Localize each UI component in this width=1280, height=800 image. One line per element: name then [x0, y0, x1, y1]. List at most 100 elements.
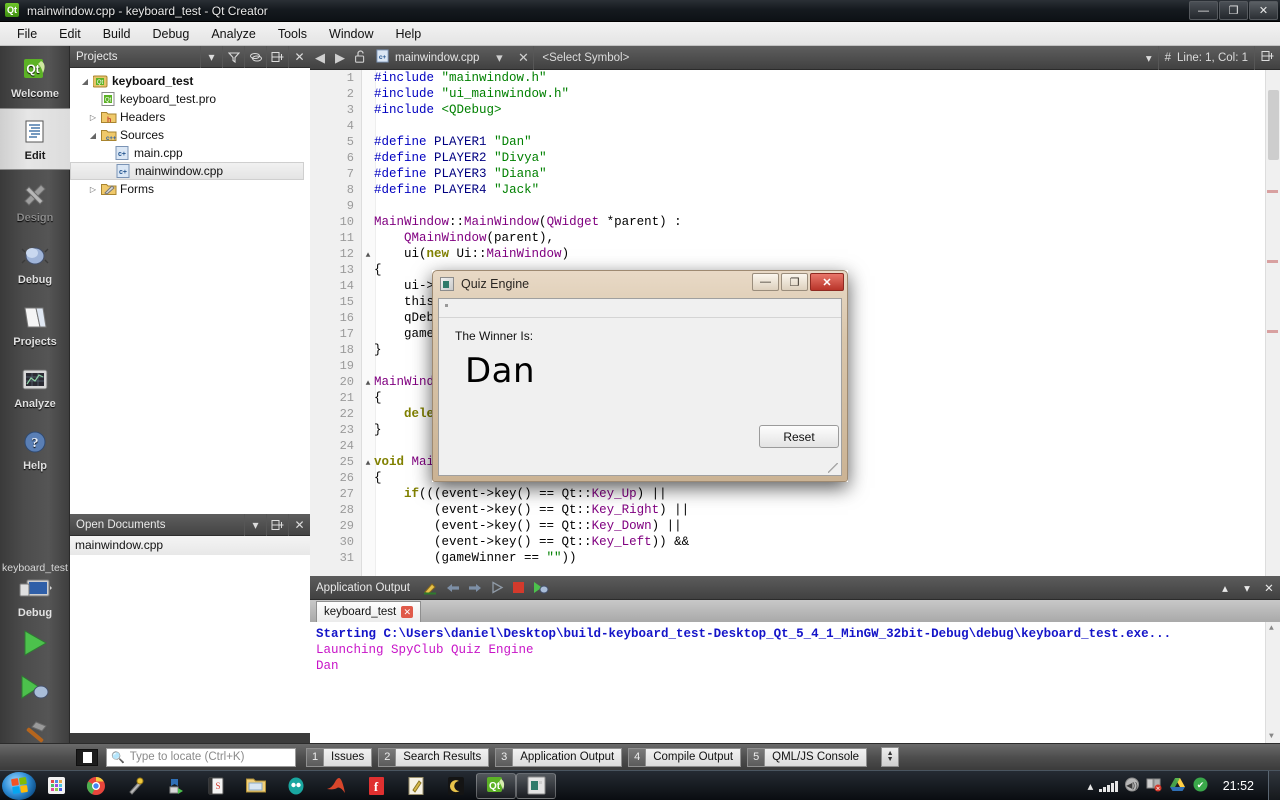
- attach-debugger-icon[interactable]: [530, 576, 552, 600]
- qt-creator-icon[interactable]: Qt: [476, 772, 516, 799]
- quiz-engine-dialog[interactable]: Quiz Engine — ❐ ✕ The Winner Is: Dan Res…: [432, 270, 848, 482]
- close-button[interactable]: ✕: [1249, 1, 1278, 20]
- arrow-left-icon[interactable]: ◀: [310, 50, 330, 66]
- reset-button[interactable]: Reset: [759, 425, 839, 448]
- dialog-minimize-button[interactable]: —: [752, 273, 779, 291]
- chevron-up-icon[interactable]: ▴: [1214, 576, 1236, 600]
- mode-welcome[interactable]: Qt Welcome: [0, 46, 70, 108]
- editor-scrollbar[interactable]: [1265, 70, 1280, 576]
- mode-analyze[interactable]: Analyze: [0, 356, 70, 418]
- collapse-arrow-icon[interactable]: ▷: [86, 185, 100, 194]
- book-icon[interactable]: S: [196, 771, 236, 800]
- menu-help[interactable]: Help: [384, 24, 432, 44]
- arrow-left-icon[interactable]: [442, 576, 464, 600]
- chevron-down-icon[interactable]: ▾: [1146, 51, 1152, 65]
- collapse-arrow-icon[interactable]: ▷: [86, 113, 100, 122]
- tree-item-keyboard-test-pro[interactable]: Qt keyboard_test.pro: [70, 90, 310, 108]
- mode-help[interactable]: ? Help: [0, 418, 70, 480]
- split-icon[interactable]: [266, 45, 288, 68]
- app-grid-icon[interactable]: [36, 771, 76, 800]
- scrollbar-thumb[interactable]: [1268, 90, 1279, 160]
- mode-projects[interactable]: Projects: [0, 294, 70, 356]
- arrow-right-icon[interactable]: [464, 576, 486, 600]
- windows-start-orb-icon[interactable]: [2, 771, 36, 800]
- blue-arrow-icon[interactable]: [156, 771, 196, 800]
- chevron-up-icon[interactable]: ▴: [1087, 779, 1093, 793]
- open-documents-list[interactable]: mainwindow.cpp: [70, 536, 310, 733]
- teal-egg-icon[interactable]: [276, 771, 316, 800]
- search-input[interactable]: 🔍 Type to locate (Ctrl+K): [106, 747, 296, 767]
- output-text[interactable]: Starting C:\Users\daniel\Desktop\build-k…: [310, 622, 1280, 743]
- menu-edit[interactable]: Edit: [48, 24, 92, 44]
- mode-design[interactable]: Design: [0, 170, 70, 232]
- status-tab-compile-output[interactable]: 4 Compile Output: [628, 747, 742, 767]
- moon-icon[interactable]: [436, 771, 476, 800]
- unlocked-padlock-icon[interactable]: [350, 49, 370, 66]
- resize-grip[interactable]: [828, 463, 838, 473]
- close-icon[interactable]: ✕: [288, 513, 310, 536]
- minimize-button[interactable]: —: [1189, 1, 1218, 20]
- dialog-titlebar[interactable]: Quiz Engine — ❐ ✕: [432, 270, 848, 298]
- output-tab-keyboard-test[interactable]: keyboard_test ✕: [316, 601, 422, 622]
- close-icon[interactable]: ✕: [513, 50, 533, 66]
- tree-item-main-cpp[interactable]: c+ main.cpp: [70, 144, 310, 162]
- explorer-folder-icon[interactable]: [236, 771, 276, 800]
- chevron-down-icon[interactable]: ▾: [244, 513, 266, 536]
- expand-arrow-icon[interactable]: ◢: [78, 77, 92, 86]
- split-icon[interactable]: [266, 513, 288, 536]
- volume-icon[interactable]: ◀)): [1124, 777, 1140, 795]
- editor-file-tab[interactable]: c+ mainwindow.cpp: [370, 49, 485, 66]
- tree-item-headers[interactable]: ▷ h Headers: [70, 108, 310, 126]
- mode-edit[interactable]: Edit: [0, 108, 70, 170]
- google-drive-icon[interactable]: [1169, 777, 1186, 795]
- run-debug-icon[interactable]: [19, 674, 51, 705]
- mode-debug[interactable]: Debug: [0, 232, 70, 294]
- dialog-menubar[interactable]: [439, 304, 841, 318]
- line-col-indicator[interactable]: Line: 1, Col: 1: [1177, 52, 1248, 64]
- status-tab-search-results[interactable]: 2 Search Results: [378, 747, 490, 767]
- matlab-icon[interactable]: [316, 771, 356, 800]
- chevron-down-icon[interactable]: ▾: [485, 50, 513, 66]
- sidebar-toggle-icon[interactable]: [76, 748, 98, 766]
- maximize-button[interactable]: ❐: [1219, 1, 1248, 20]
- symbol-selector[interactable]: <Select Symbol>: [534, 52, 1145, 64]
- tree-item-forms[interactable]: ▷ Forms: [70, 180, 310, 198]
- chevron-down-icon[interactable]: ▾: [1236, 576, 1258, 600]
- network-signal-icon[interactable]: [1099, 780, 1118, 792]
- tree-item-sources[interactable]: ◢ c++ Sources: [70, 126, 310, 144]
- arrow-right-icon[interactable]: ▶: [330, 50, 350, 66]
- status-tab-issues[interactable]: 1 Issues: [306, 747, 373, 767]
- dropbox-icon[interactable]: ✔: [1192, 777, 1209, 795]
- status-tab-application-output[interactable]: 3 Application Output: [495, 747, 623, 767]
- dialog-maximize-button[interactable]: ❐: [781, 273, 808, 291]
- shortcut-tool-icon[interactable]: [116, 771, 156, 800]
- close-icon[interactable]: ✕: [401, 606, 414, 618]
- menu-window[interactable]: Window: [318, 24, 384, 44]
- quiz-engine-app-icon[interactable]: [516, 772, 556, 799]
- filter-icon[interactable]: [222, 45, 244, 68]
- chevron-down-icon[interactable]: ▾: [200, 45, 222, 68]
- menu-analyze[interactable]: Analyze: [200, 24, 266, 44]
- highlight-filter-icon[interactable]: [420, 576, 442, 600]
- expand-arrow-icon[interactable]: ◢: [86, 131, 100, 140]
- run-green-arrow-icon[interactable]: [20, 629, 50, 660]
- split-icon[interactable]: [1261, 50, 1274, 65]
- f-red-icon[interactable]: f: [356, 771, 396, 800]
- link-sync-icon[interactable]: [244, 45, 266, 68]
- taskbar-clock[interactable]: 21:52: [1215, 779, 1262, 793]
- close-icon[interactable]: ✕: [1258, 576, 1280, 600]
- kit-selector[interactable]: Debug: [0, 578, 70, 619]
- project-tree[interactable]: ◢ Qt keyboard_test Qt keyboard_test.pro …: [70, 68, 310, 514]
- up-down-spinner-icon[interactable]: ▲ ▼: [881, 747, 900, 767]
- show-desktop-button[interactable]: [1268, 770, 1280, 800]
- chrome-icon[interactable]: [76, 771, 116, 800]
- notepad-icon[interactable]: [396, 771, 436, 800]
- output-scrollbar[interactable]: ▲ ▼: [1265, 622, 1280, 743]
- tree-item-mainwindow-cpp[interactable]: c+ mainwindow.cpp: [70, 162, 304, 180]
- menu-build[interactable]: Build: [92, 24, 142, 44]
- menu-tools[interactable]: Tools: [267, 24, 318, 44]
- close-icon[interactable]: ✕: [288, 45, 310, 68]
- dialog-close-button[interactable]: ✕: [810, 273, 844, 291]
- menu-file[interactable]: File: [6, 24, 48, 44]
- tree-item-keyboard-test[interactable]: ◢ Qt keyboard_test: [70, 72, 310, 90]
